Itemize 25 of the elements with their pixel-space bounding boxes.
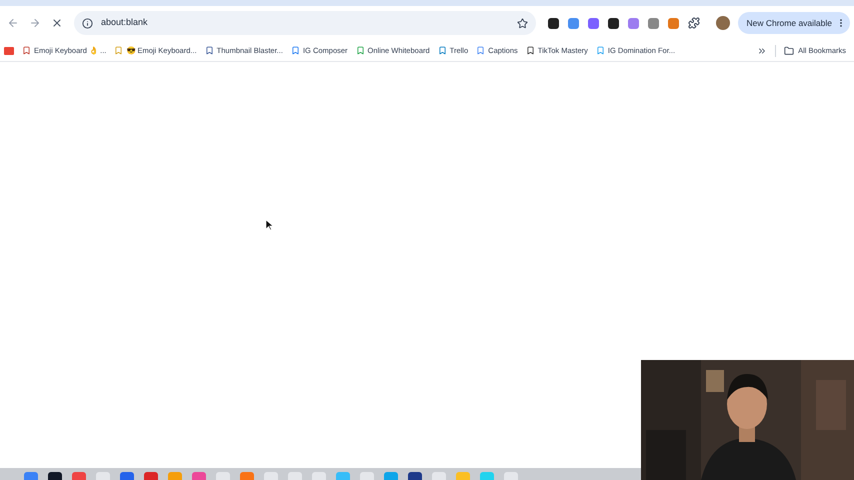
bookmark-icon (356, 46, 365, 55)
app-icon[interactable] (48, 472, 62, 480)
extension-icon[interactable] (548, 18, 560, 28)
avatar[interactable] (716, 16, 730, 30)
puzzle-icon[interactable] (688, 17, 700, 29)
cursor-icon (266, 220, 273, 230)
update-button[interactable]: New Chrome available (738, 12, 850, 34)
extension-icon[interactable] (608, 18, 620, 28)
folder-icon (784, 46, 794, 56)
back-icon[interactable] (7, 17, 19, 29)
forward-icon[interactable] (29, 17, 41, 29)
app-icon[interactable] (408, 472, 422, 480)
bookmark-icon (476, 46, 486, 55)
bookmark-icon (114, 46, 124, 55)
bookmark-icon (526, 46, 535, 55)
info-icon[interactable] (82, 18, 93, 28)
address-field[interactable]: about:blank (74, 11, 536, 35)
bookmark-icon (204, 46, 214, 55)
star-icon[interactable] (517, 18, 528, 28)
close-icon[interactable] (51, 17, 63, 29)
overflow-icon[interactable] (757, 46, 768, 56)
bookmark-icon (596, 46, 605, 55)
bookmark-icon (22, 46, 31, 55)
bookmark-icon (290, 46, 300, 55)
bookmark-icon (438, 46, 447, 55)
